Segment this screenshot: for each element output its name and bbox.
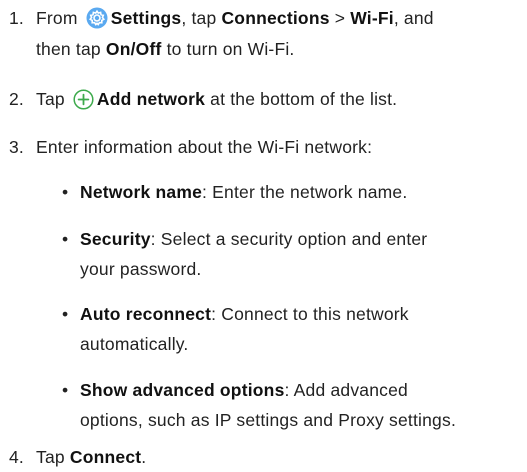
settings-label: Settings: [110, 8, 182, 28]
connect-label: Connect: [69, 447, 142, 467]
bullet-description: : Select a security option and enter: [150, 229, 428, 249]
step-number: 4.: [9, 447, 24, 467]
bullet-icon: •: [62, 182, 69, 202]
show-advanced-options-label: Show advanced options: [80, 380, 285, 400]
network-name-label: Network name: [80, 182, 203, 202]
bullet-icon: •: [62, 229, 69, 249]
step-text: , and: [393, 8, 434, 28]
bullet-icon: •: [62, 380, 69, 400]
bullet-text: Security: Select a security option and e…: [80, 228, 427, 250]
bullet-icon: •: [62, 304, 69, 324]
step-text: at the bottom of the list.: [210, 89, 398, 109]
step-2-text: Tap Add network at the bottom of the lis…: [36, 88, 397, 110]
step-3-text: Enter information about the Wi-Fi networ…: [36, 137, 373, 157]
bullet-text: Show advanced options: Add advanced: [80, 379, 408, 401]
step-text: , tap: [181, 8, 217, 28]
settings-gear-icon: [86, 7, 108, 29]
on-off-label: On/Off: [105, 39, 162, 59]
bullet-description: : Add advanced: [284, 380, 408, 400]
step-text: then tap: [36, 39, 101, 59]
step-text: to turn on Wi-Fi.: [166, 39, 295, 59]
auto-reconnect-label: Auto reconnect: [80, 304, 212, 324]
bullet-description: your password.: [80, 259, 202, 279]
bullet-text: Auto reconnect: Connect to this network: [80, 303, 409, 325]
step-1-line-1: From Settings, tap Connections > Wi-Fi, …: [36, 7, 434, 29]
bullet-text: Network name: Enter the network name.: [80, 181, 407, 203]
bullet-description: : Connect to this network: [211, 304, 409, 324]
wifi-label: Wi-Fi: [350, 8, 394, 28]
step-text: .: [141, 447, 147, 467]
separator: >: [334, 8, 346, 28]
bullet-description: : Enter the network name.: [202, 182, 408, 202]
add-circle-icon: [73, 89, 94, 110]
step-text: Tap: [36, 447, 65, 467]
step-number: 3.: [9, 137, 24, 157]
step-text: Tap: [36, 89, 65, 109]
step-1-continuation: then tap On/Off to turn on Wi-Fi.: [36, 38, 295, 60]
connections-label: Connections: [221, 8, 330, 28]
bullet-description: automatically.: [80, 334, 189, 354]
bullet-description: options, such as IP settings and Proxy s…: [80, 410, 457, 430]
add-network-label: Add network: [96, 89, 206, 109]
security-label: Security: [80, 229, 151, 249]
step-4-text: Tap Connect.: [36, 446, 146, 468]
step-number: 1.: [9, 8, 24, 28]
step-text: From: [36, 8, 78, 28]
step-number: 2.: [9, 89, 24, 109]
